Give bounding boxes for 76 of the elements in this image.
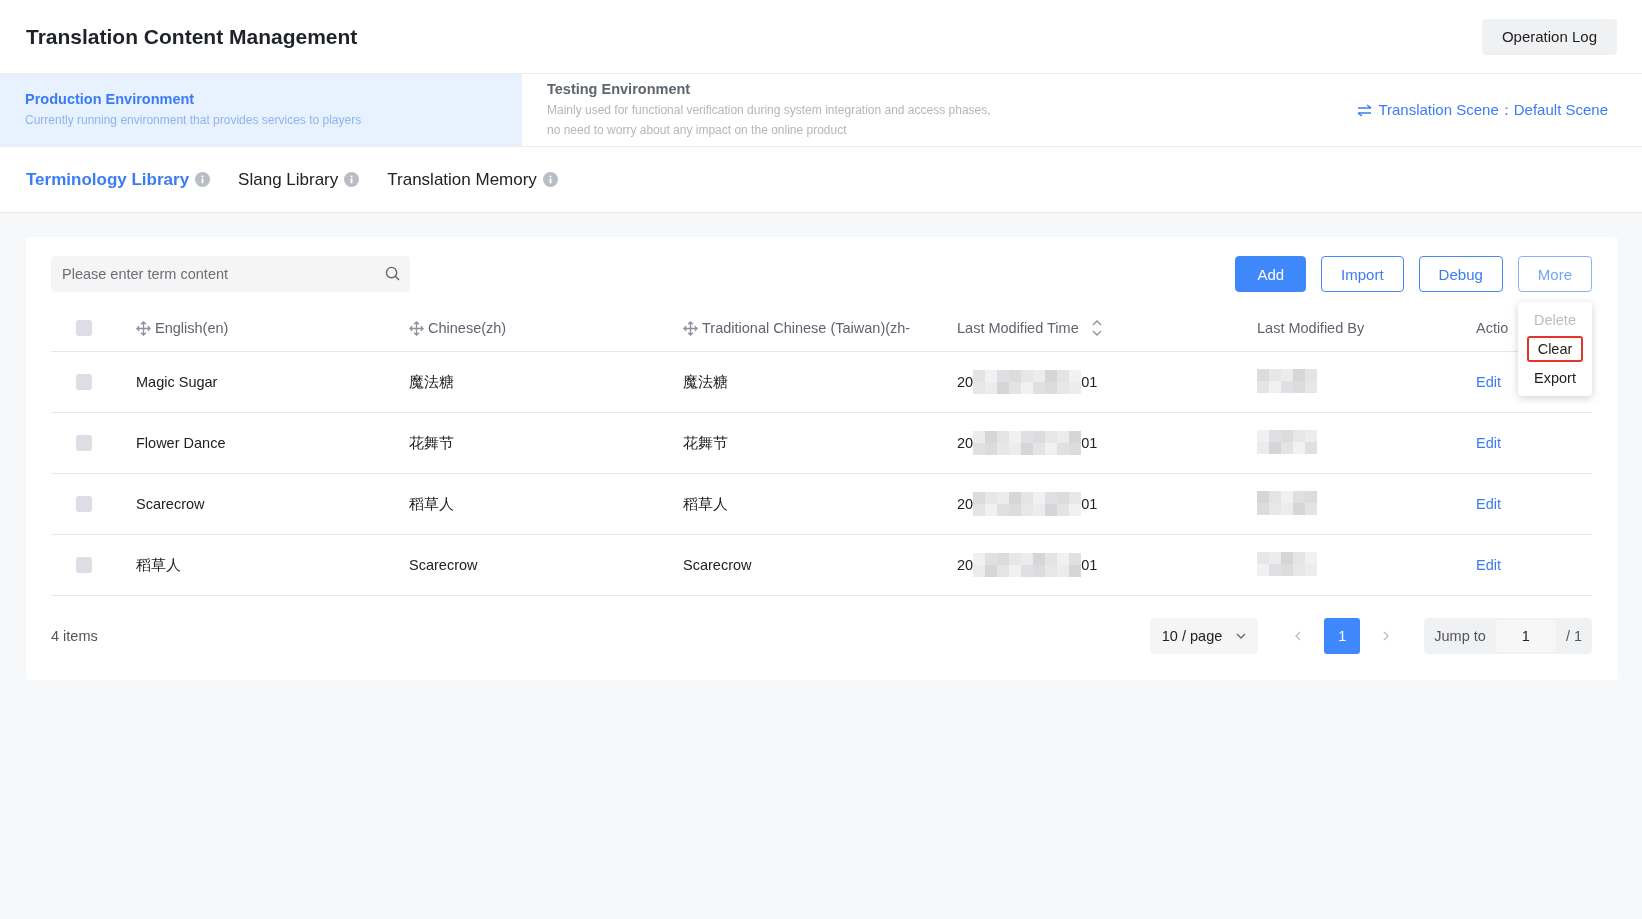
jump-label: Jump to bbox=[1434, 628, 1486, 644]
table-cell-text: 花舞节 bbox=[683, 433, 729, 453]
scene-switch-link[interactable]: Translation Scene：Default Scene bbox=[1357, 100, 1608, 120]
table-cell-text: 稻草人 bbox=[409, 494, 455, 514]
page-size-select[interactable]: 10 / page bbox=[1149, 618, 1259, 654]
table-cell: 20 bbox=[957, 435, 974, 451]
info-icon bbox=[195, 172, 211, 187]
edit-link[interactable]: Edit bbox=[1476, 496, 1501, 512]
chevron-right-icon[interactable] bbox=[1383, 631, 1390, 641]
drag-icon[interactable] bbox=[409, 320, 424, 336]
page-button[interactable]: 1 bbox=[1324, 618, 1361, 654]
page-count: / 1 bbox=[1565, 628, 1582, 644]
table-cell: 20 bbox=[957, 374, 974, 390]
row-checkbox[interactable] bbox=[76, 435, 92, 451]
sort-icon[interactable] bbox=[1090, 318, 1103, 338]
table-cell-text: 魔法糖 bbox=[683, 372, 729, 392]
blurred-text bbox=[1257, 490, 1317, 515]
column-header: Actio bbox=[1476, 320, 1509, 336]
table-cell-text: 稻草人 bbox=[683, 494, 729, 514]
info-icon bbox=[344, 172, 360, 187]
blurred-text bbox=[1257, 551, 1317, 576]
row-checkbox[interactable] bbox=[76, 557, 92, 573]
drag-icon[interactable] bbox=[683, 320, 698, 336]
search-field[interactable]: Please enter term content bbox=[51, 256, 410, 292]
environment-tab[interactable]: Testing Environment Mainly used for functional verification during system integration and access phases, no need to worry about any impact on the online product bbox=[522, 74, 1032, 146]
toolbar-button[interactable]: More bbox=[1517, 256, 1592, 292]
table-cell-text: 魔法糖 bbox=[409, 372, 455, 392]
row-checkbox[interactable] bbox=[76, 496, 92, 512]
table-cell: 01 bbox=[1081, 557, 1098, 573]
toolbar-button[interactable]: Add bbox=[1235, 256, 1307, 292]
swap-icon bbox=[1357, 103, 1373, 117]
operation-log-button[interactable]: Operation Log bbox=[1481, 18, 1617, 55]
table-cell: 20 bbox=[957, 557, 974, 573]
library-tab[interactable]: Translation Memory bbox=[387, 169, 537, 190]
environment-description: Currently running environment that provides services to players bbox=[25, 111, 363, 129]
table-cell-text: Scarecrow bbox=[136, 496, 206, 512]
menu-item[interactable]: Export bbox=[1523, 365, 1587, 391]
environment-tab[interactable]: Production Environment Currently running environment that provides services to players bbox=[0, 74, 522, 146]
info-icon bbox=[542, 172, 558, 187]
column-header: Last Modified Time bbox=[957, 320, 1079, 336]
table-cell: 01 bbox=[1081, 435, 1098, 451]
toolbar-button[interactable]: Import bbox=[1321, 256, 1404, 292]
table-cell: 20 bbox=[957, 496, 974, 512]
blurred-text bbox=[1257, 429, 1317, 454]
library-tab[interactable]: Terminology Library bbox=[26, 169, 190, 190]
column-header: English(en) bbox=[155, 320, 229, 336]
select-all-checkbox[interactable] bbox=[76, 320, 92, 336]
table-cell-text: Flower Dance bbox=[136, 435, 227, 451]
table-cell: 01 bbox=[1081, 374, 1098, 390]
table-cell-text: 花舞节 bbox=[409, 433, 455, 453]
table-cell-text: Scarecrow bbox=[683, 557, 753, 573]
page-title: Translation Content Management bbox=[26, 24, 358, 49]
edit-link[interactable]: Edit bbox=[1476, 435, 1501, 451]
search-icon[interactable] bbox=[385, 266, 400, 281]
drag-icon[interactable] bbox=[136, 320, 151, 336]
row-checkbox[interactable] bbox=[76, 374, 92, 390]
menu-item[interactable]: Clear bbox=[1526, 336, 1584, 362]
column-header: Last Modified By bbox=[1257, 320, 1365, 336]
column-header: Traditional Chinese (Taiwan)(zh- bbox=[702, 320, 911, 336]
environment-description: Mainly used for functional verification during system integration and access phases, no need to worry about any impact on the online product bbox=[547, 101, 992, 139]
chevron-left-icon[interactable] bbox=[1295, 631, 1302, 641]
chevron-down-icon bbox=[1236, 633, 1247, 639]
toolbar-button[interactable]: Debug bbox=[1418, 256, 1503, 292]
edit-link[interactable]: Edit bbox=[1476, 374, 1501, 390]
edit-link[interactable]: Edit bbox=[1476, 557, 1501, 573]
column-header: Chinese(zh) bbox=[428, 320, 507, 336]
table-cell: 01 bbox=[1081, 496, 1098, 512]
blurred-text bbox=[1257, 368, 1317, 393]
environment-title: Testing Environment bbox=[547, 80, 692, 97]
library-tab[interactable]: Slang Library bbox=[238, 169, 339, 190]
table-cell-text: Scarecrow bbox=[409, 557, 479, 573]
table-cell-text: Magic Sugar bbox=[136, 374, 219, 390]
jump-page-field[interactable]: 1 bbox=[1495, 620, 1556, 652]
total-count: 4 items bbox=[51, 628, 98, 644]
table-cell-text: 稻草人 bbox=[136, 555, 182, 575]
environment-title: Production Environment bbox=[25, 90, 196, 107]
